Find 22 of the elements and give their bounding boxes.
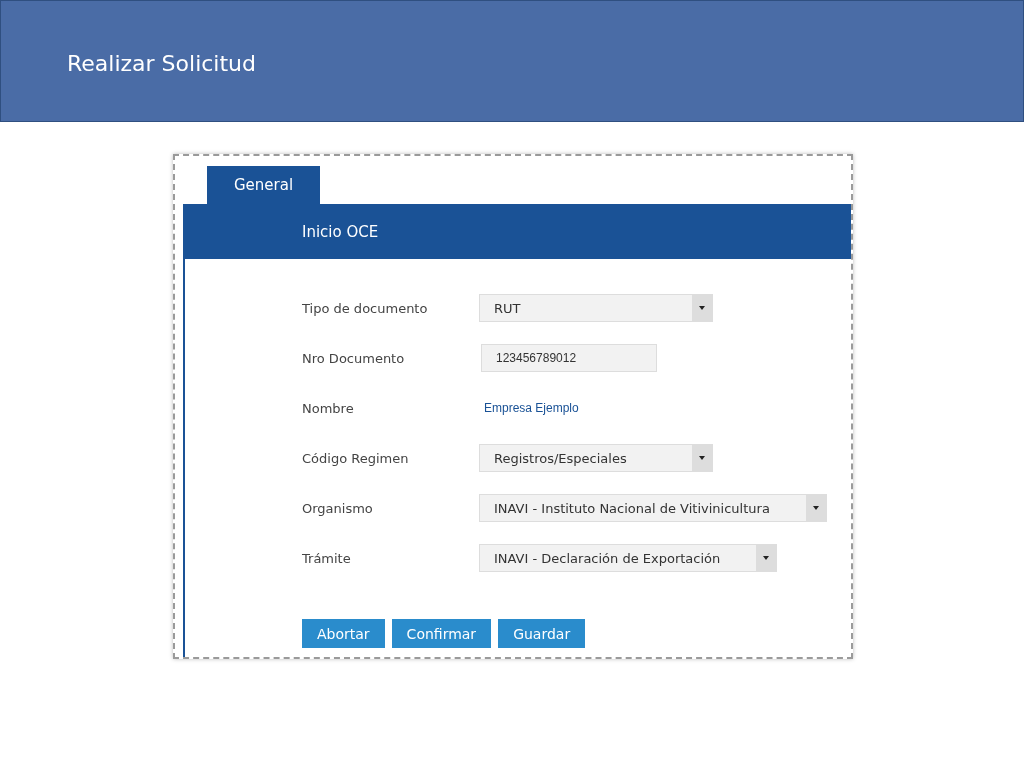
- action-button[interactable]: Abortar: [302, 619, 385, 648]
- field-label: Nombre: [302, 400, 355, 416]
- caret-icon: [699, 306, 705, 310]
- field-label: Organismo: [302, 500, 374, 516]
- field-label: Nro Documento: [302, 350, 406, 366]
- caret-icon: [699, 456, 705, 460]
- field-label: Tipo de documento: [302, 300, 429, 316]
- field-label: Código Regimen: [302, 450, 410, 466]
- caret-icon: [763, 556, 770, 560]
- tab[interactable]: General: [207, 166, 320, 204]
- field-label: Trámite: [302, 550, 352, 566]
- field-value: Empresa Ejemplo: [484, 401, 579, 415]
- page-title: Realizar Solicitud: [67, 49, 256, 76]
- dropdown[interactable]: INAVI - Instituto Nacional de Vitivinicultura: [479, 494, 827, 522]
- section-title: Inicio OCE: [302, 222, 379, 241]
- dropdown[interactable]: Registros/Especiales: [479, 444, 713, 472]
- dropdown[interactable]: RUT: [479, 294, 713, 322]
- caret-icon: [812, 506, 819, 510]
- action-button[interactable]: Confirmar: [391, 619, 492, 648]
- dropdown[interactable]: INAVI - Declaración de Exportación: [479, 544, 778, 572]
- action-button[interactable]: Guardar: [498, 619, 586, 648]
- input-field[interactable]: 123456789012: [481, 344, 657, 372]
